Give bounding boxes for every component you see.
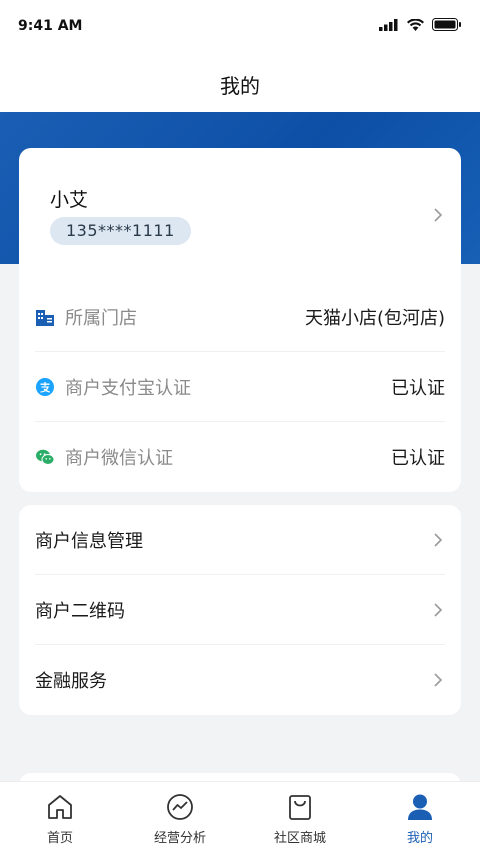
wechat-label: 商户微信认证	[65, 448, 173, 469]
page-title: 我的	[220, 74, 260, 98]
tab-home[interactable]: 首页	[0, 782, 120, 854]
shopping-bag-icon	[285, 792, 315, 822]
tab-community-mall[interactable]: 社区商城	[240, 782, 360, 854]
tab-label: 我的	[406, 831, 433, 846]
home-icon	[45, 792, 75, 822]
profile-card: 小艾 135****1111 所属门店 天猫小店(包河店) 商户支付宝认证 已认…	[19, 148, 461, 492]
status-icons	[379, 18, 462, 31]
alipay-status: 已认证	[391, 378, 445, 399]
user-name: 小艾	[50, 189, 89, 211]
tab-label: 经营分析	[153, 831, 206, 846]
wechat-row: 商户微信认证 已认证	[19, 422, 461, 492]
tab-mine[interactable]: 我的	[360, 782, 480, 854]
alipay-row: 商户支付宝认证 已认证	[19, 352, 461, 422]
store-label: 所属门店	[65, 308, 137, 329]
store-row: 所属门店 天猫小店(包河店)	[19, 282, 461, 352]
tab-analytics[interactable]: 经营分析	[120, 782, 240, 854]
chevron-right-icon	[429, 206, 447, 224]
user-icon	[405, 792, 435, 822]
chevron-right-icon	[429, 671, 447, 689]
menu-item-label: 商户二维码	[35, 601, 125, 622]
menu-item-qr-code[interactable]: 商户二维码	[19, 575, 461, 645]
alipay-icon	[35, 377, 55, 397]
menu-item-financial-services[interactable]: 金融服务	[19, 645, 461, 715]
tab-label: 社区商城	[273, 831, 326, 846]
chevron-right-icon	[429, 601, 447, 619]
wechat-icon	[35, 447, 55, 467]
store-icon	[35, 307, 55, 327]
wechat-status: 已认证	[391, 448, 445, 469]
menu-item-merchant-info[interactable]: 商户信息管理	[19, 505, 461, 575]
menu-card: 商户信息管理 商户二维码 金融服务	[19, 505, 461, 715]
profile-header[interactable]: 小艾 135****1111	[19, 148, 461, 278]
menu-item-label: 金融服务	[35, 671, 107, 692]
analytics-icon	[165, 792, 195, 822]
chevron-right-icon	[429, 531, 447, 549]
status-bar: 9:41 AM	[0, 0, 480, 54]
signal-icon	[379, 18, 398, 31]
menu-item-label: 商户信息管理	[35, 531, 143, 552]
nav-bar: 我的	[0, 54, 480, 112]
store-value: 天猫小店(包河店)	[304, 308, 445, 329]
phone-badge: 135****1111	[50, 217, 191, 245]
wifi-icon	[407, 18, 424, 31]
status-time: 9:41 AM	[18, 18, 83, 34]
tab-label: 首页	[46, 831, 73, 846]
battery-icon	[432, 18, 461, 31]
alipay-label: 商户支付宝认证	[65, 378, 191, 399]
tab-bar: 首页 经营分析 社区商城 我的	[0, 781, 480, 854]
